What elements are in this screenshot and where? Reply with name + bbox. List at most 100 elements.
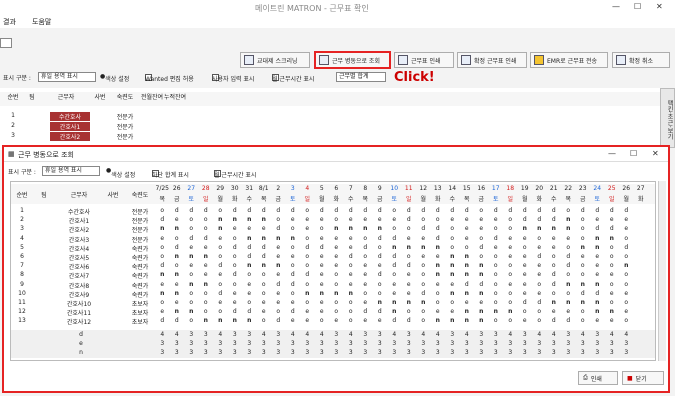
shift-cell[interactable]: e — [329, 235, 344, 242]
shift-cell[interactable]: e — [199, 262, 214, 269]
view-by-ward-button[interactable]: 근무 병동으로 조회 — [314, 51, 391, 69]
shift-cell[interactable]: d — [170, 207, 185, 214]
shift-cell[interactable]: d — [402, 317, 417, 324]
shift-cell[interactable]: e — [590, 271, 605, 278]
shift-cell[interactable]: o — [489, 262, 504, 269]
shift-cell[interactable]: e — [329, 262, 344, 269]
shift-cell[interactable]: e — [373, 262, 388, 269]
shift-cell[interactable]: o — [561, 271, 576, 278]
shift-cell[interactable]: o — [489, 271, 504, 278]
shift-cell[interactable]: o — [213, 308, 228, 315]
shift-cell[interactable]: e — [315, 253, 330, 260]
shift-cell[interactable]: e — [460, 225, 475, 232]
shift-cell[interactable]: e — [547, 235, 562, 242]
shift-cell[interactable]: d — [228, 271, 243, 278]
shift-cell[interactable]: d — [358, 244, 373, 251]
shift-cell[interactable]: e — [605, 216, 620, 223]
shift-cell[interactable]: o — [576, 262, 591, 269]
shift-cell[interactable]: o — [474, 207, 489, 214]
print-confirmed-button[interactable]: 확정 근무표 인쇄 — [457, 52, 527, 68]
shift-cell[interactable]: e — [271, 271, 286, 278]
shift-cell[interactable]: n — [402, 244, 417, 251]
shift-cell[interactable]: e — [155, 308, 170, 315]
shift-cell[interactable]: n — [445, 253, 460, 260]
shift-cell[interactable]: o — [242, 271, 257, 278]
shift-cell[interactable]: e — [532, 290, 547, 297]
shift-cell[interactable]: n — [329, 225, 344, 232]
shift-cell[interactable]: n — [576, 299, 591, 306]
shift-cell[interactable]: o — [503, 290, 518, 297]
shift-cell[interactable]: n — [605, 235, 620, 242]
shift-cell[interactable]: d — [387, 317, 402, 324]
shift-cell[interactable]: o — [503, 271, 518, 278]
shift-cell[interactable]: d — [460, 281, 475, 288]
shift-cell[interactable]: o — [300, 281, 315, 288]
shift-cell[interactable]: d — [300, 244, 315, 251]
shift-cell[interactable]: o — [300, 207, 315, 214]
shift-cell[interactable]: n — [184, 281, 199, 288]
shift-cell[interactable]: e — [344, 244, 359, 251]
shift-cell[interactable]: n — [387, 299, 402, 306]
shift-cell[interactable]: d — [271, 281, 286, 288]
shift-cell[interactable]: d — [155, 216, 170, 223]
shift-cell[interactable]: n — [242, 317, 257, 324]
table-row[interactable]: 3 간호사2 전문가 — [0, 132, 660, 141]
shift-cell[interactable]: o — [547, 253, 562, 260]
shift-cell[interactable]: e — [155, 235, 170, 242]
shift-cell[interactable]: n — [547, 225, 562, 232]
shift-cell[interactable]: d — [271, 317, 286, 324]
shift-cell[interactable]: e — [503, 281, 518, 288]
shift-cell[interactable]: n — [170, 290, 185, 297]
shift-cell[interactable]: n — [329, 290, 344, 297]
shift-cell[interactable]: n — [518, 225, 533, 232]
shift-cell[interactable]: o — [416, 308, 431, 315]
maximize-icon[interactable]: ☐ — [634, 2, 641, 11]
shift-cell[interactable]: o — [619, 281, 634, 288]
shift-cell[interactable]: o — [257, 281, 272, 288]
menu-item-help[interactable]: 도움말 — [32, 17, 51, 27]
shift-cell[interactable]: n — [416, 299, 431, 306]
swap-screening-button[interactable]: 교대제 스크리닝 — [240, 52, 310, 68]
shift-cell[interactable]: o — [329, 271, 344, 278]
shift-cell[interactable]: n — [242, 262, 257, 269]
shift-cell[interactable]: n — [315, 290, 330, 297]
shift-cell[interactable]: o — [358, 253, 373, 260]
shift-cell[interactable]: d — [286, 281, 301, 288]
shift-cell[interactable]: e — [228, 299, 243, 306]
shift-cell[interactable]: n — [474, 290, 489, 297]
shift-cell[interactable]: o — [184, 216, 199, 223]
shift-cell[interactable]: e — [402, 290, 417, 297]
shift-cell[interactable]: n — [271, 262, 286, 269]
shift-cell[interactable]: e — [184, 244, 199, 251]
shift-cell[interactable]: o — [416, 271, 431, 278]
shift-cell[interactable]: e — [416, 253, 431, 260]
shift-cell[interactable]: e — [518, 290, 533, 297]
shift-cell[interactable]: o — [416, 216, 431, 223]
shift-cell[interactable]: n — [460, 262, 475, 269]
shift-cell[interactable]: n — [373, 299, 388, 306]
close-icon[interactable]: ✕ — [652, 149, 659, 158]
shift-cell[interactable]: e — [199, 244, 214, 251]
shift-cell[interactable]: e — [358, 317, 373, 324]
shift-cell[interactable]: d — [445, 207, 460, 214]
shift-cell[interactable]: o — [619, 271, 634, 278]
shift-cell[interactable]: n — [489, 308, 504, 315]
shift-cell[interactable]: n — [300, 290, 315, 297]
shift-cell[interactable]: d — [387, 253, 402, 260]
shift-cell[interactable]: n — [431, 271, 446, 278]
cancel-confirm-button[interactable]: 확정 취소 — [612, 52, 670, 68]
shift-cell[interactable]: n — [213, 317, 228, 324]
shift-cell[interactable]: d — [518, 207, 533, 214]
shift-cell[interactable]: e — [489, 244, 504, 251]
shift-cell[interactable]: e — [561, 308, 576, 315]
shift-cell[interactable]: e — [315, 281, 330, 288]
shift-cell[interactable]: n — [213, 225, 228, 232]
shift-cell[interactable]: d — [242, 207, 257, 214]
shift-cell[interactable]: o — [184, 225, 199, 232]
shift-cell[interactable]: o — [213, 207, 228, 214]
shift-cell[interactable]: o — [315, 225, 330, 232]
shift-cell[interactable]: e — [590, 253, 605, 260]
shift-cell[interactable]: n — [431, 317, 446, 324]
shift-cell[interactable]: d — [431, 235, 446, 242]
shift-cell[interactable]: e — [474, 216, 489, 223]
